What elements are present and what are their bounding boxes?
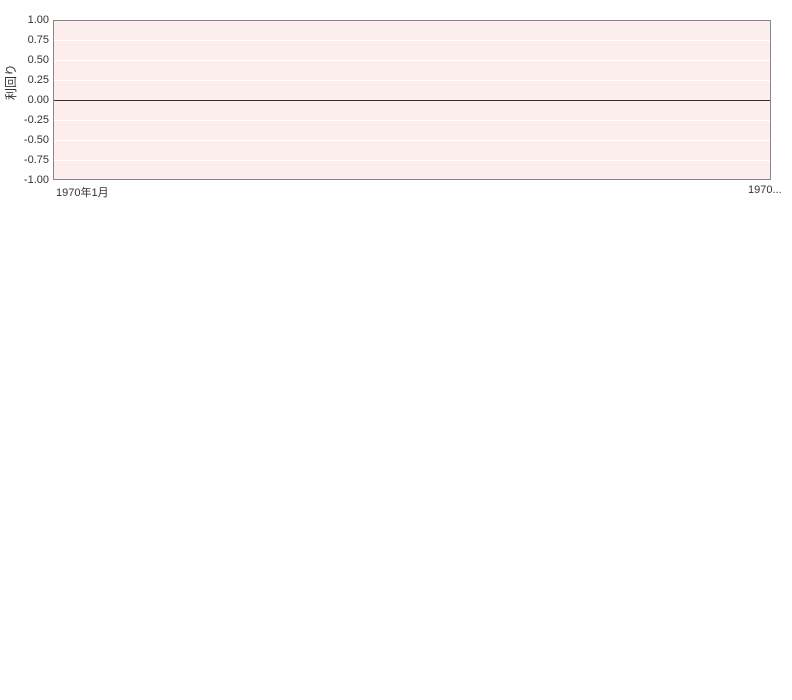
gridline	[54, 60, 770, 61]
y-tick-label: 1.00	[4, 15, 49, 25]
y-tick-label: -0.75	[4, 155, 49, 165]
y-axis-label: 利回り	[2, 64, 19, 100]
gridline	[54, 80, 770, 81]
gridline	[54, 120, 770, 121]
y-tick-label: -0.25	[4, 115, 49, 125]
zero-line	[54, 100, 770, 101]
y-axis-label-text: 利回り	[4, 64, 18, 100]
gridline	[54, 140, 770, 141]
plot-area	[53, 20, 771, 180]
gridline	[54, 160, 770, 161]
y-tick-label: 0.75	[4, 35, 49, 45]
y-tick-label: -0.50	[4, 135, 49, 145]
chart-container: 1.00 0.75 0.50 0.25 0.00 -0.25 -0.50 -0.…	[0, 0, 792, 700]
gridline	[54, 40, 770, 41]
x-tick-label: 1970...	[748, 184, 782, 196]
y-tick-label: -1.00	[4, 175, 49, 185]
x-tick-label: 1970年1月	[56, 184, 109, 200]
